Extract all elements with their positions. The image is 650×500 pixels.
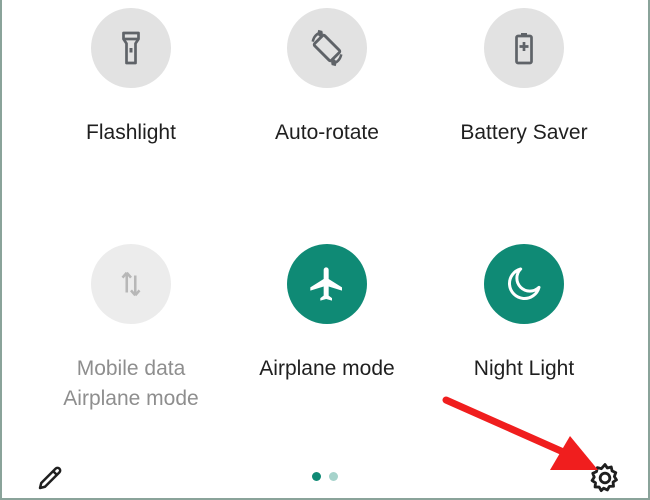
tile-mobile-data[interactable]: Mobile data Airplane mode [41,244,221,414]
tile-label: Flashlight [86,121,176,144]
tile-label: Auto-rotate [275,121,379,144]
tile-label: Airplane mode [259,357,395,380]
page-dot-active[interactable] [312,472,321,481]
battery-saver-icon [515,33,533,65]
tile-label: Mobile data [76,357,186,380]
flashlight-icon [122,31,140,65]
page-dot[interactable] [329,472,338,481]
gear-icon [590,463,618,493]
tile-auto-rotate[interactable]: Auto-rotate [237,8,417,148]
tile-night-light[interactable]: Night Light [434,244,614,384]
settings-button[interactable] [585,458,625,498]
quick-settings-panel: Flashlight Auto-rotate Battery Saver Mob… [0,0,650,500]
tile-label: Night Light [473,357,575,380]
tile-battery-saver[interactable]: Battery Saver [434,8,614,148]
pencil-icon [38,466,62,490]
auto-rotate-toggle[interactable] [287,8,367,88]
night-light-icon [508,267,541,300]
tile-airplane-mode[interactable]: Airplane mode [237,244,417,384]
auto-rotate-icon [311,29,343,67]
flashlight-toggle[interactable] [91,8,171,88]
edit-button[interactable] [32,460,68,496]
airplane-mode-toggle[interactable] [287,244,367,324]
tile-sublabel: Airplane mode [63,387,199,410]
page-indicator [312,472,338,481]
mobile-data-icon [121,271,141,297]
night-light-toggle[interactable] [484,244,564,324]
tile-flashlight[interactable]: Flashlight [41,8,221,148]
mobile-data-toggle[interactable] [91,244,171,324]
battery-saver-toggle[interactable] [484,8,564,88]
tile-label: Battery Saver [460,121,588,144]
airplane-icon [310,267,342,301]
